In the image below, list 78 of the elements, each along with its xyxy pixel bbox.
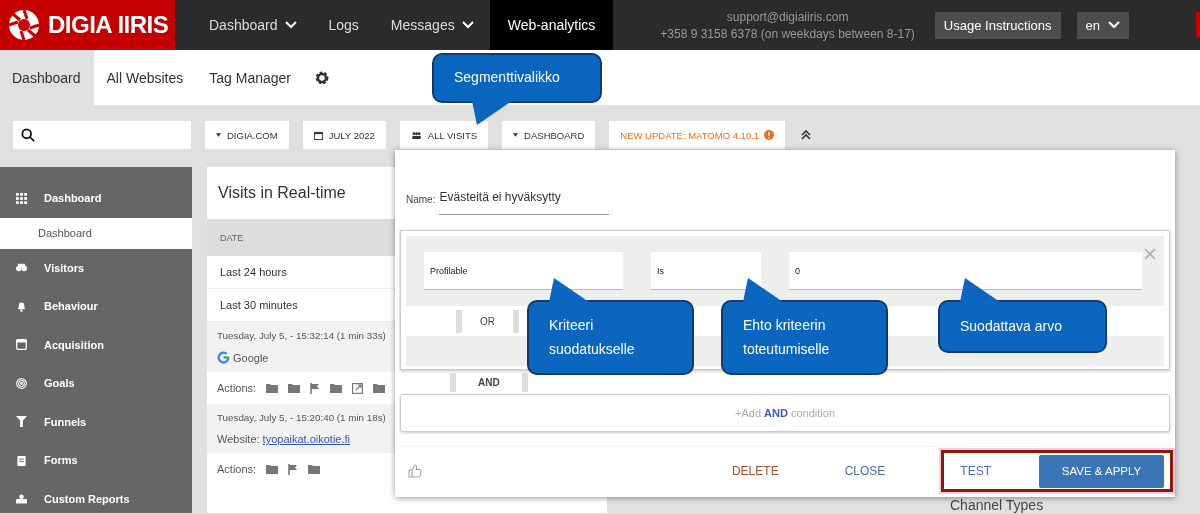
calendar-icon (313, 130, 323, 140)
criterion-field[interactable]: Profilable (424, 252, 623, 290)
nav-item[interactable]: Dashboard (193, 0, 313, 50)
test-button[interactable]: TEST (952, 458, 999, 484)
visit-time: Tuesday, July 5, - 15:20:40 (1 min 18s) (217, 412, 386, 423)
save-apply-button[interactable]: SAVE & APPLY (1039, 454, 1164, 488)
callout-pointer (743, 278, 783, 302)
tab[interactable]: Tag Manager (196, 50, 304, 105)
selector-button[interactable]: JULY 2022 (302, 121, 386, 149)
support-email: support@digiaiiris.com (726, 9, 849, 24)
sidebar-item[interactable]: Goals (0, 364, 192, 403)
target-icon (16, 377, 27, 389)
sidebar-item[interactable]: Acquisition (0, 325, 192, 364)
caret-icon (513, 133, 519, 137)
caret-icon (216, 133, 221, 137)
selector-button[interactable]: DIGIA.COM (205, 121, 289, 149)
search-field[interactable] (13, 121, 191, 149)
operator-field[interactable]: Is (651, 252, 761, 290)
usage-instructions-button[interactable]: Usage Instructions (934, 11, 1061, 39)
external-link-icon[interactable] (352, 382, 364, 394)
chevron-down-icon (1108, 21, 1120, 29)
referrer-name: Google (233, 351, 269, 364)
funnel-icon (16, 416, 27, 428)
name-label: Name: (406, 194, 436, 207)
language-dropdown[interactable]: en (1076, 11, 1129, 39)
report-icon (16, 493, 27, 505)
actions-label: Actions: (217, 382, 257, 394)
close-button[interactable]: CLOSE (836, 458, 894, 484)
thumbs-up-icon[interactable] (408, 464, 422, 478)
actions-label: Actions: (217, 463, 257, 475)
selector-button[interactable]: ALL VISITS (399, 121, 489, 149)
website-label: Website: (217, 433, 260, 445)
folder-icon[interactable] (330, 383, 343, 393)
flag-icon[interactable] (288, 463, 299, 475)
website-link[interactable]: tyopaikat.oikotie.fi (262, 433, 351, 445)
search-icon (21, 128, 35, 142)
window-icon (16, 339, 27, 351)
logo[interactable]: DIGIA IIRIS (0, 0, 175, 50)
people-icon (410, 131, 422, 139)
chevron-down-icon (461, 21, 474, 29)
visit-time: Tuesday, July 5, - 15:32:14 (1 min 33s) (217, 330, 386, 341)
add-condition-button[interactable]: +Add AND condition (400, 394, 1170, 432)
panel-title: Visits in Real-time (217, 183, 346, 203)
nav-item[interactable]: Web-analytics (489, 0, 614, 50)
sidebar-subitem[interactable]: Dashboard (0, 217, 192, 249)
folder-icon[interactable] (373, 383, 386, 393)
collapse-icon[interactable] (801, 130, 812, 140)
selector-button[interactable]: DASHBOARD (502, 121, 596, 149)
callout-pointer (472, 101, 512, 125)
search-engine-icon (217, 351, 230, 364)
callout-pointer (549, 278, 589, 302)
sidebar-item[interactable]: Visitors (0, 248, 192, 287)
sidebar-item[interactable]: Funnels (0, 402, 192, 441)
sidebar-item[interactable]: Forms (0, 441, 192, 480)
delete-button[interactable]: DELETE (723, 458, 787, 484)
bell-icon (16, 300, 27, 312)
folder-icon[interactable] (288, 383, 301, 393)
sidebar-item[interactable]: Custom Reports (0, 479, 192, 514)
settings-icon[interactable] (314, 69, 330, 86)
aperture-icon (8, 9, 40, 41)
folder-icon[interactable] (266, 464, 279, 474)
folder-icon[interactable] (308, 464, 321, 474)
binoculars-icon (16, 262, 27, 274)
folder-icon[interactable] (266, 383, 279, 393)
sidebar-item[interactable]: Dashboard (0, 179, 192, 218)
nav-item[interactable]: Messages (374, 0, 490, 50)
value-field[interactable]: 0 (789, 252, 1142, 290)
nav-item[interactable]: Logs (312, 0, 375, 50)
alert-icon (764, 130, 775, 140)
section-heading: Channel Types (950, 497, 1044, 513)
tab[interactable]: All Websites (93, 50, 197, 105)
callout-pointer (960, 278, 1000, 302)
chevron-down-icon (284, 21, 297, 29)
support-phone: +358 9 3158 6378 (on weekdays between 8-17) (660, 26, 915, 41)
sidebar-item[interactable]: Behaviour (0, 287, 192, 326)
clipboard-icon (16, 454, 27, 466)
flag-icon[interactable] (310, 382, 321, 394)
grid-icon (16, 192, 27, 204)
